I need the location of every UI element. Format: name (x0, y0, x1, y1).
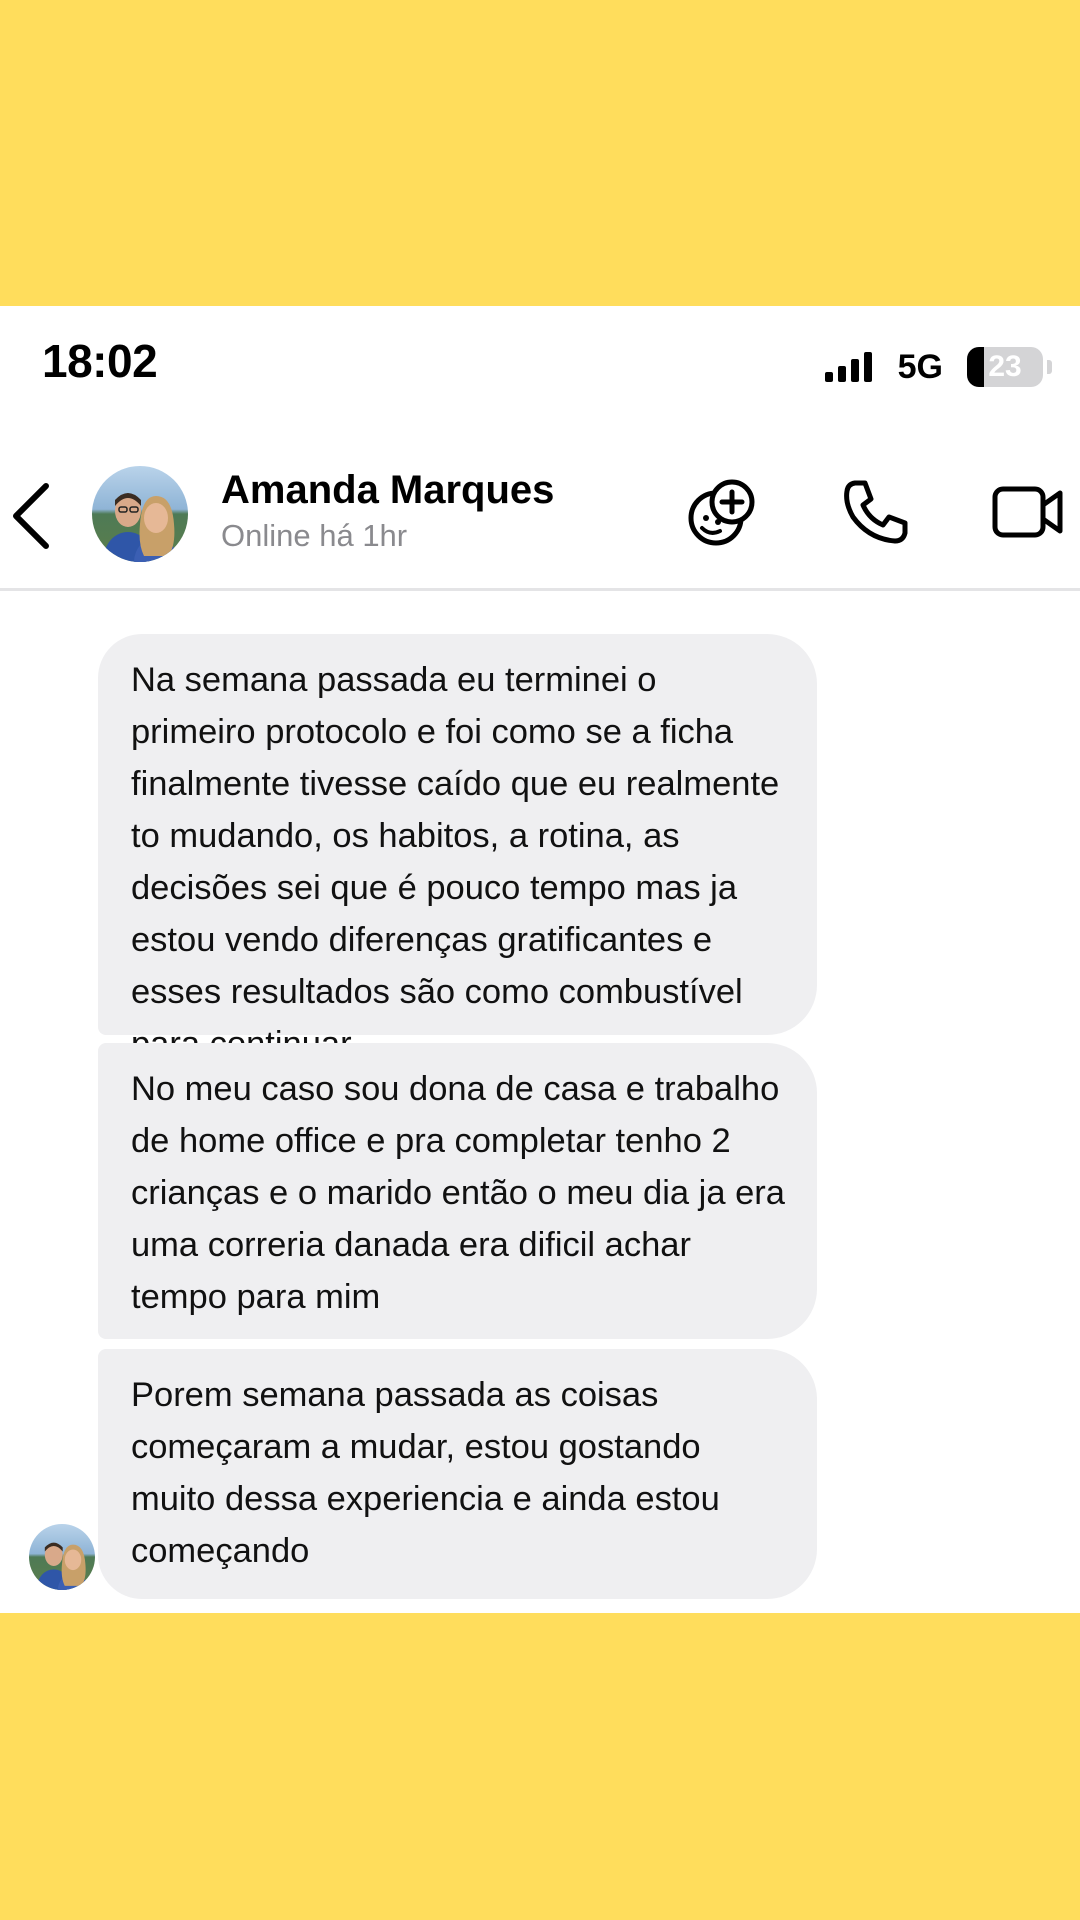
battery-cap (1047, 360, 1052, 374)
avatar-photo (92, 466, 188, 562)
message-bubble[interactable]: Na semana passada eu terminei o primeiro… (98, 634, 817, 1063)
chat-screen: 18:02 5G 23 Amanda Marques Online há 1hr… (0, 306, 1080, 1613)
status-indicators: 5G 23 (824, 342, 1052, 392)
chevron-left-icon (13, 483, 49, 549)
sticker-button[interactable] (682, 472, 762, 552)
avatar[interactable] (92, 466, 188, 562)
battery-icon: 23 (967, 347, 1043, 387)
video-call-button[interactable] (988, 472, 1068, 552)
chat-header: Amanda Marques Online há 1hr (0, 432, 1080, 592)
sticker-add-icon (688, 479, 755, 546)
avatar-photo (29, 1524, 95, 1590)
cellular-signal-icon (824, 352, 872, 382)
message-bubble[interactable]: No meu caso sou dona de casa e trabalho … (98, 1043, 817, 1339)
call-button[interactable] (836, 472, 916, 552)
battery-percentage: 23 (988, 350, 1022, 383)
contact-name[interactable]: Amanda Marques (221, 468, 554, 513)
network-type: 5G (897, 347, 943, 386)
sender-avatar[interactable] (29, 1524, 95, 1590)
back-button[interactable] (10, 480, 54, 552)
status-time: 18:02 (42, 335, 158, 387)
message-bubble[interactable]: Porem semana passada as coisas começaram… (98, 1349, 817, 1599)
contact-status: Online há 1hr (221, 518, 408, 553)
header-divider (0, 588, 1080, 591)
video-camera-icon (992, 486, 1063, 538)
phone-icon (844, 480, 908, 544)
